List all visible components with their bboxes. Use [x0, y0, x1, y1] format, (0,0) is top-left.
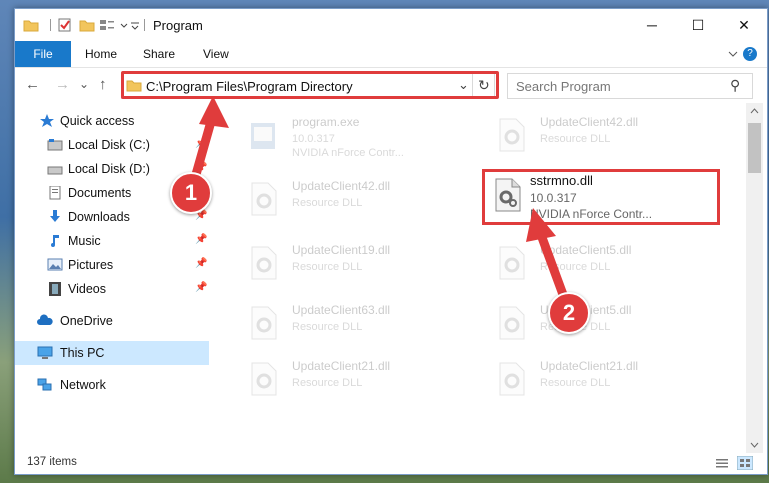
arrow-1 [190, 96, 229, 183]
callout-2: 2 [548, 292, 590, 334]
arrow-2 [526, 208, 570, 305]
annotation-arrows [190, 96, 570, 305]
callout-1: 1 [170, 172, 212, 214]
